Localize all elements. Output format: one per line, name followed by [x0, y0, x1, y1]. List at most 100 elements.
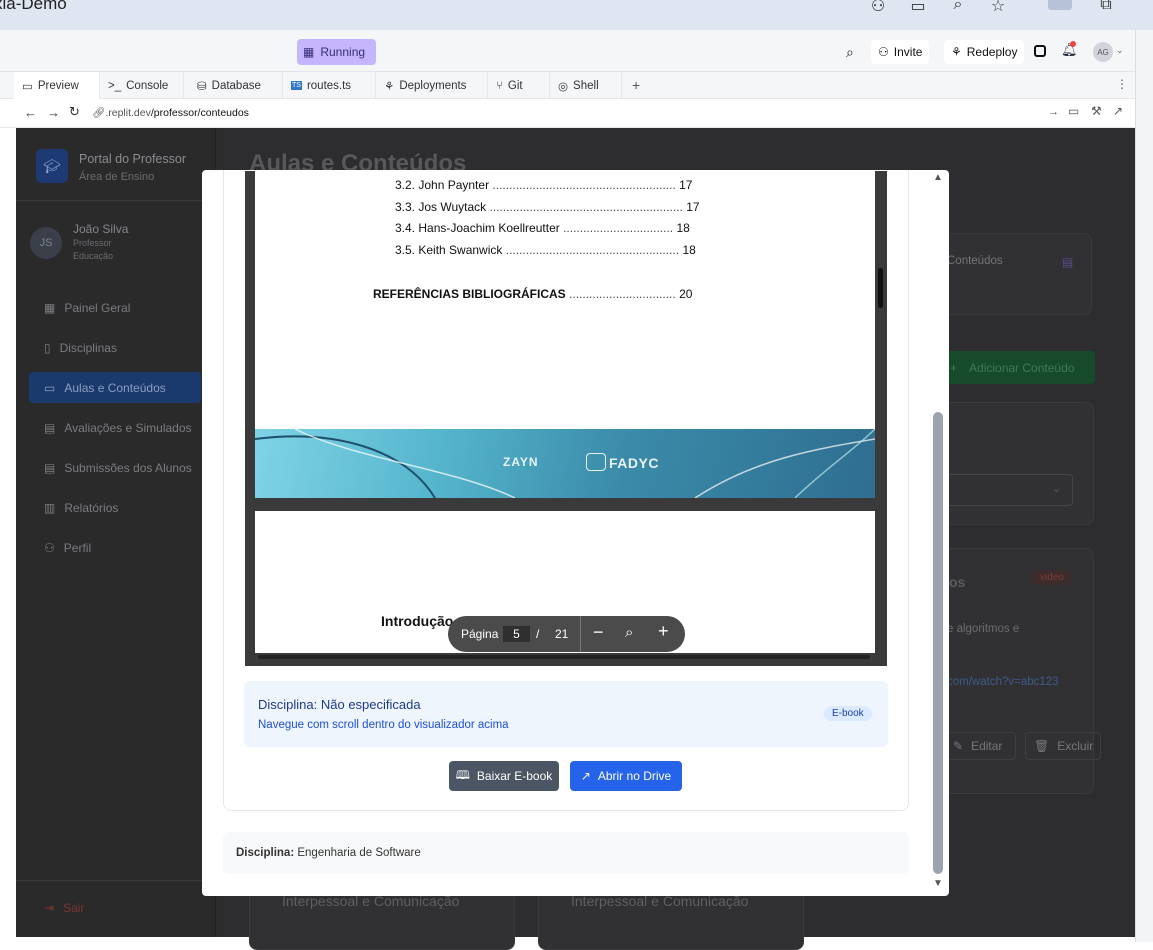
viewer-scrollbar[interactable] — [878, 268, 883, 308]
user-dept: Educação — [73, 251, 114, 261]
more-options-icon[interactable]: ⋮ — [1116, 77, 1128, 91]
toc-entry: 3.4. Hans-Joachim Koellreutter .........… — [395, 221, 690, 235]
viewer-hint: Navegue com scroll dentro do visualizado… — [258, 719, 509, 731]
link-icon: 🔗︎ — [92, 107, 106, 119]
forward-arrow-icon[interactable]: → — [47, 105, 60, 120]
sidebar-item-aulas[interactable]: ▭ Aulas e Conteúdos — [29, 372, 201, 403]
extension-icon[interactable] — [1048, 0, 1072, 10]
tab-label: Deployments — [399, 79, 467, 92]
horizontal-scrollbar[interactable] — [258, 655, 870, 659]
sidebar-item-label: Avaliações e Simulados — [64, 420, 192, 435]
sidebar-item-painel-geral[interactable]: ▦ Painel Geral — [29, 292, 201, 323]
toc-label: 3.5. Keith Swanwick — [395, 243, 503, 257]
clipboard-icon: ▤ — [44, 460, 56, 475]
incognito-icon[interactable]: ⚇ — [866, 0, 890, 20]
download-ebook-button[interactable]: 🕮︎ Baixar E-book — [449, 761, 559, 791]
book-icon: ▯ — [44, 340, 51, 355]
tab-shell[interactable]: ◎ Shell — [550, 72, 622, 99]
logout-label: Sair — [63, 901, 85, 915]
panels-icon[interactable] — [1034, 45, 1046, 57]
sidebar-item-perfil[interactable]: ⚇ Perfil — [29, 532, 201, 563]
run-status-label: Running — [320, 45, 366, 59]
toc-label: 3.4. Hans-Joachim Koellreutter — [395, 221, 560, 235]
tab-git[interactable]: ⑂ Git — [488, 72, 550, 99]
edit-button[interactable]: ✎ Editar — [944, 732, 1016, 760]
tab-routes-ts[interactable]: TS routes.ts — [283, 72, 376, 99]
logout-icon: ⇥ — [44, 901, 55, 915]
zoom-icon[interactable]: ⌕ — [946, 0, 970, 20]
invite-button[interactable]: ⚇ Invite — [871, 40, 930, 64]
zoom-reset-icon[interactable]: ⌕ — [625, 624, 633, 641]
zoom-out-button[interactable]: − — [593, 622, 604, 643]
book-open-icon: 🕮︎ — [455, 767, 470, 782]
tab-label: Console — [126, 79, 169, 92]
avatar[interactable]: AG — [1093, 42, 1113, 62]
go-arrow-icon[interactable]: → — [1048, 106, 1059, 118]
tab-database[interactable]: ⛁ Database — [189, 72, 283, 99]
zoom-in-button[interactable]: + — [658, 621, 669, 642]
scrollbar-thumb[interactable] — [933, 412, 943, 874]
add-content-button[interactable]: + Adicionar Conteúdo — [938, 351, 1095, 384]
discipline-footer-value: Engenharia de Software — [297, 847, 421, 859]
run-status-button[interactable]: ▦ Running — [297, 39, 376, 65]
content-link[interactable]: com/watch?v=abc123 — [947, 676, 1059, 688]
stat-card-label: Conteúdos — [947, 255, 1003, 267]
screen-share-icon[interactable]: ▭ — [906, 0, 930, 20]
sidebar-item-submissoes[interactable]: ▤ Submissões dos Alunos — [29, 452, 201, 483]
tab-preview[interactable]: ▭ Preview — [14, 72, 100, 99]
page-label: Página — [461, 627, 499, 641]
database-icon: ⛁ — [197, 80, 207, 93]
divider — [16, 880, 216, 881]
toc-page: 17 — [679, 178, 693, 192]
modal-scrollbar[interactable]: ▲ ▼ — [931, 172, 945, 892]
grid-icon: ▦ — [303, 45, 315, 59]
tab-label: Preview — [37, 79, 79, 92]
drive-label: Abrir no Drive — [597, 769, 672, 783]
user-icon: ⚇ — [44, 540, 55, 555]
git-branch-icon: ⑂ — [496, 79, 503, 92]
wrench-icon[interactable]: ⚒ — [1091, 104, 1102, 118]
deploy-icon: ⚘ — [951, 45, 962, 59]
sidebar-item-relatorios[interactable]: ▥ Relatórios — [29, 492, 201, 523]
search-icon[interactable]: ⌕ — [846, 44, 854, 61]
chevron-down-icon[interactable]: ⌄ — [1116, 45, 1124, 56]
bookmark-star-icon[interactable]: ☆ — [986, 0, 1010, 20]
avatar: JS — [30, 227, 62, 259]
reload-icon[interactable]: ↻ — [69, 104, 80, 120]
user-role: Professor — [73, 238, 112, 248]
content-card-title: Interpessoal e Comunicação — [282, 893, 460, 909]
toc-entry: 3.5. Keith Swanwick ....................… — [395, 243, 696, 257]
open-external-icon[interactable]: ↗ — [1113, 104, 1123, 118]
plus-icon: + — [950, 360, 958, 375]
user-plus-icon: ⚇ — [878, 45, 889, 59]
open-drive-button[interactable]: ↗ Abrir no Drive — [570, 761, 682, 791]
delete-button[interactable]: 🗑︎ Excluir — [1025, 732, 1101, 760]
extensions-puzzle-icon[interactable]: ⧉ — [1094, 0, 1118, 20]
toc-page: 18 — [682, 243, 696, 257]
add-tab-button[interactable]: + — [632, 77, 640, 93]
invite-label: Invite — [893, 45, 923, 59]
terminal-icon: >_ — [108, 79, 122, 92]
zayn-logo: ZAYN — [503, 455, 539, 469]
redeploy-button[interactable]: ⚘ Redeploy — [944, 40, 1025, 64]
url-path: /professor/conteudos — [150, 107, 249, 119]
sidebar-item-disciplinas[interactable]: ▯ Disciplinas — [29, 332, 201, 363]
back-arrow-icon[interactable]: ← — [24, 105, 37, 120]
add-content-label: Adicionar Conteúdo — [969, 360, 1075, 375]
tab-console[interactable]: >_ Console — [100, 72, 184, 99]
user-name: João Silva — [73, 222, 129, 236]
sidebar-item-avaliacoes[interactable]: ▤ Avaliações e Simulados — [29, 412, 201, 443]
toc-page: 17 — [686, 200, 700, 214]
graduation-cap-icon: 🎓︎ — [36, 149, 68, 183]
logout-button[interactable]: ⇥ Sair — [44, 901, 84, 915]
scroll-down-icon[interactable]: ▼ — [933, 878, 943, 889]
document-icon: ▤ — [1062, 255, 1074, 269]
sidebar-item-label: Perfil — [63, 540, 92, 555]
tab-deployments[interactable]: ⚘ Deployments — [376, 72, 488, 99]
devices-icon[interactable]: ▭ — [1068, 104, 1079, 118]
url-field[interactable]: 🔗︎.replit.dev/professor/conteudos — [92, 106, 249, 119]
page-number-input[interactable] — [503, 626, 530, 642]
scroll-up-icon[interactable]: ▲ — [933, 172, 943, 183]
video-icon: ▭ — [44, 380, 56, 395]
discipline-footer-label: Disciplina: — [236, 847, 295, 859]
